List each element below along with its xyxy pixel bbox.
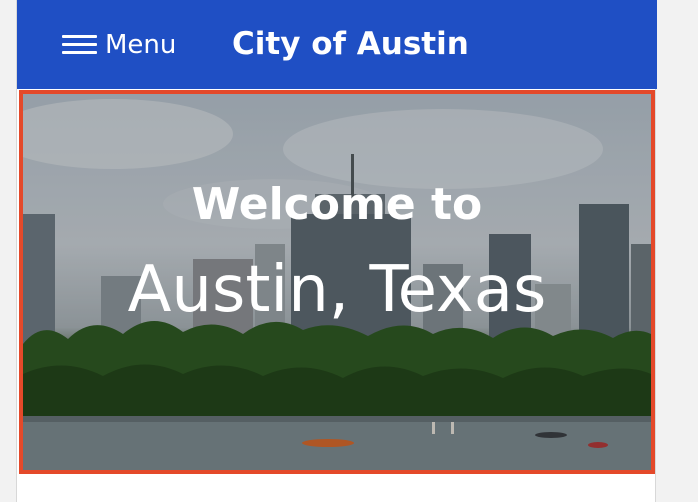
menu-label: Menu [105,30,177,60]
hero-city-heading: Austin, Texas [127,253,547,327]
menu-button[interactable]: Menu [62,30,176,60]
hamburger-icon [62,33,97,57]
hero-text: Welcome to Austin, Texas [23,94,651,470]
site-title-link[interactable]: City of Austin [232,24,469,64]
hero-welcome-text: Welcome to [191,179,483,230]
hero-banner[interactable]: Welcome to Austin, Texas [19,90,655,474]
page-container: Menu City of Austin Welcome to Austin, T… [16,0,657,502]
site-header: Menu City of Austin [17,0,657,89]
content-area [17,474,655,502]
